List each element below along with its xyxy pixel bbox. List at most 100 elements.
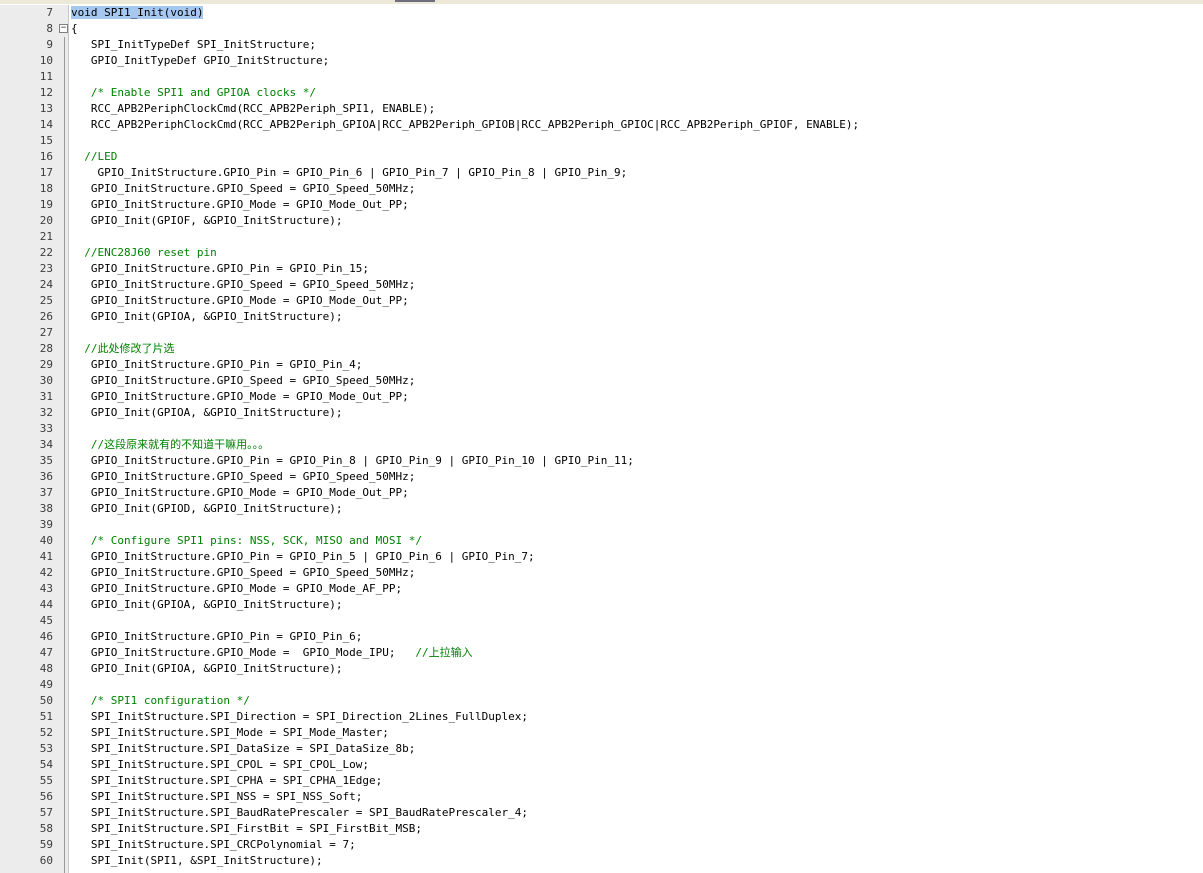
line-number: 11: [39, 70, 53, 83]
code-text: GPIO_InitStructure.GPIO_Mode = GPIO_Mode…: [71, 389, 409, 405]
code-content: RCC_APB2PeriphClockCmd(RCC_APB2Periph_SP…: [71, 102, 436, 115]
line-number: 45: [39, 614, 53, 627]
code-line[interactable]: 37 GPIO_InitStructure.GPIO_Mode = GPIO_M…: [0, 485, 1203, 501]
code-line[interactable]: 54 SPI_InitStructure.SPI_CPOL = SPI_CPOL…: [0, 757, 1203, 773]
code-line[interactable]: 27: [0, 325, 1203, 341]
code-line[interactable]: 11: [0, 69, 1203, 85]
code-line[interactable]: 25 GPIO_InitStructure.GPIO_Mode = GPIO_M…: [0, 293, 1203, 309]
line-number: 25: [39, 294, 53, 307]
code-line[interactable]: 57 SPI_InitStructure.SPI_BaudRatePrescal…: [0, 805, 1203, 821]
code-content: SPI_InitStructure.SPI_Mode = SPI_Mode_Ma…: [71, 726, 389, 739]
code-text: GPIO_InitTypeDef GPIO_InitStructure;: [71, 53, 329, 69]
line-number: 48: [39, 662, 53, 675]
code-line[interactable]: 59 SPI_InitStructure.SPI_CRCPolynomial =…: [0, 837, 1203, 853]
line-number: 44: [39, 598, 53, 611]
line-number: 56: [39, 790, 53, 803]
code-line[interactable]: 40 /* Configure SPI1 pins: NSS, SCK, MIS…: [0, 533, 1203, 549]
code-line[interactable]: 43 GPIO_InitStructure.GPIO_Mode = GPIO_M…: [0, 581, 1203, 597]
code-line[interactable]: 8−{: [0, 21, 1203, 37]
code-text: GPIO_InitStructure.GPIO_Mode = GPIO_Mode…: [71, 485, 409, 501]
code-content: [71, 150, 84, 163]
code-line[interactable]: 53 SPI_InitStructure.SPI_DataSize = SPI_…: [0, 741, 1203, 757]
code-text: SPI_InitTypeDef SPI_InitStructure;: [71, 37, 316, 53]
line-number: 41: [39, 550, 53, 563]
code-line[interactable]: 48 GPIO_Init(GPIOA, &GPIO_InitStructure)…: [0, 661, 1203, 677]
code-line[interactable]: 7 void SPI1_Init(void): [0, 5, 1203, 21]
code-content: GPIO_Init(GPIOA, &GPIO_InitStructure);: [71, 662, 343, 675]
code-text: GPIO_Init(GPIOD, &GPIO_InitStructure);: [71, 501, 343, 517]
code-line[interactable]: 13 RCC_APB2PeriphClockCmd(RCC_APB2Periph…: [0, 101, 1203, 117]
code-text: GPIO_Init(GPIOA, &GPIO_InitStructure);: [71, 597, 343, 613]
code-line[interactable]: 28 //此处修改了片选: [0, 341, 1203, 357]
code-line[interactable]: 26 GPIO_Init(GPIOA, &GPIO_InitStructure)…: [0, 309, 1203, 325]
code-line[interactable]: 42 GPIO_InitStructure.GPIO_Speed = GPIO_…: [0, 565, 1203, 581]
code-line[interactable]: 32 GPIO_Init(GPIOA, &GPIO_InitStructure)…: [0, 405, 1203, 421]
code-line[interactable]: 21: [0, 229, 1203, 245]
line-number: 39: [39, 518, 53, 531]
code-line[interactable]: 30 GPIO_InitStructure.GPIO_Speed = GPIO_…: [0, 373, 1203, 389]
window-top-edge: [0, 0, 1203, 4]
code-content: SPI_InitStructure.SPI_CPOL = SPI_CPOL_Lo…: [71, 758, 370, 771]
code-line[interactable]: 20 GPIO_Init(GPIOF, &GPIO_InitStructure)…: [0, 213, 1203, 229]
code-line[interactable]: 22 //ENC28J60 reset pin: [0, 245, 1203, 261]
code-text: SPI_InitStructure.SPI_CRCPolynomial = 7;: [71, 837, 356, 853]
code-line[interactable]: 9 SPI_InitTypeDef SPI_InitStructure;: [0, 37, 1203, 53]
code-text: {: [71, 21, 78, 37]
code-content: GPIO_InitStructure.GPIO_Mode = GPIO_Mode…: [71, 294, 409, 307]
code-line[interactable]: 35 GPIO_InitStructure.GPIO_Pin = GPIO_Pi…: [0, 453, 1203, 469]
line-number: 22: [39, 246, 53, 259]
code-comment: //此处修改了片选: [84, 342, 175, 355]
code-content: GPIO_Init(GPIOD, &GPIO_InitStructure);: [71, 502, 343, 515]
code-text: GPIO_Init(GPIOA, &GPIO_InitStructure);: [71, 405, 343, 421]
code-text: //此处修改了片选: [71, 341, 175, 357]
code-line[interactable]: 49: [0, 677, 1203, 693]
code-content: GPIO_InitStructure.GPIO_Pin = GPIO_Pin_6…: [71, 630, 363, 643]
code-text: RCC_APB2PeriphClockCmd(RCC_APB2Periph_SP…: [71, 101, 435, 117]
code-line[interactable]: 16 //LED: [0, 149, 1203, 165]
code-line[interactable]: 45: [0, 613, 1203, 629]
code-line[interactable]: 14 RCC_APB2PeriphClockCmd(RCC_APB2Periph…: [0, 117, 1203, 133]
code-line[interactable]: 12 /* Enable SPI1 and GPIOA clocks */: [0, 85, 1203, 101]
code-line[interactable]: 39: [0, 517, 1203, 533]
active-tab-indicator[interactable]: [395, 0, 435, 2]
code-line[interactable]: 33: [0, 421, 1203, 437]
code-text: GPIO_InitStructure.GPIO_Mode = GPIO_Mode…: [71, 645, 473, 661]
line-number: 8: [46, 22, 53, 35]
line-number: 47: [39, 646, 53, 659]
code-line[interactable]: 24 GPIO_InitStructure.GPIO_Speed = GPIO_…: [0, 277, 1203, 293]
code-content: [71, 694, 91, 707]
code-line[interactable]: 47 GPIO_InitStructure.GPIO_Mode = GPIO_M…: [0, 645, 1203, 661]
code-content: {: [71, 22, 78, 35]
code-line[interactable]: 15: [0, 133, 1203, 149]
line-number: 20: [39, 214, 53, 227]
code-line[interactable]: 50 /* SPI1 configuration */: [0, 693, 1203, 709]
code-line[interactable]: 41 GPIO_InitStructure.GPIO_Pin = GPIO_Pi…: [0, 549, 1203, 565]
code-line[interactable]: 19 GPIO_InitStructure.GPIO_Mode = GPIO_M…: [0, 197, 1203, 213]
code-text: //ENC28J60 reset pin: [71, 245, 216, 261]
code-line[interactable]: 60 SPI_Init(SPI1, &SPI_InitStructure);: [0, 853, 1203, 869]
code-line[interactable]: 51 SPI_InitStructure.SPI_Direction = SPI…: [0, 709, 1203, 725]
code-line[interactable]: 31 GPIO_InitStructure.GPIO_Mode = GPIO_M…: [0, 389, 1203, 405]
code-line[interactable]: 44 GPIO_Init(GPIOA, &GPIO_InitStructure)…: [0, 597, 1203, 613]
code-line[interactable]: 17 GPIO_InitStructure.GPIO_Pin = GPIO_Pi…: [0, 165, 1203, 181]
code-line[interactable]: 29 GPIO_InitStructure.GPIO_Pin = GPIO_Pi…: [0, 357, 1203, 373]
code-line[interactable]: 10 GPIO_InitTypeDef GPIO_InitStructure;: [0, 53, 1203, 69]
code-content: SPI_InitStructure.SPI_Direction = SPI_Di…: [71, 710, 528, 723]
fold-collapse-icon[interactable]: −: [59, 24, 68, 33]
code-line[interactable]: 18 GPIO_InitStructure.GPIO_Speed = GPIO_…: [0, 181, 1203, 197]
code-line[interactable]: 52 SPI_InitStructure.SPI_Mode = SPI_Mode…: [0, 725, 1203, 741]
code-line[interactable]: 46 GPIO_InitStructure.GPIO_Pin = GPIO_Pi…: [0, 629, 1203, 645]
code-line[interactable]: 38 GPIO_Init(GPIOD, &GPIO_InitStructure)…: [0, 501, 1203, 517]
code-text: GPIO_InitStructure.GPIO_Speed = GPIO_Spe…: [71, 373, 416, 389]
code-content: GPIO_InitStructure.GPIO_Pin = GPIO_Pin_8…: [71, 454, 634, 467]
code-line[interactable]: 58 SPI_InitStructure.SPI_FirstBit = SPI_…: [0, 821, 1203, 837]
code-line[interactable]: 23 GPIO_InitStructure.GPIO_Pin = GPIO_Pi…: [0, 261, 1203, 277]
code-line[interactable]: 56 SPI_InitStructure.SPI_NSS = SPI_NSS_S…: [0, 789, 1203, 805]
code-editor[interactable]: 7 void SPI1_Init(void) 8−{9 SPI_InitTypeDe…: [0, 5, 1203, 873]
code-line[interactable]: 34 //这段原来就有的不知道干嘛用。。。: [0, 437, 1203, 453]
line-number: 37: [39, 486, 53, 499]
code-text: SPI_InitStructure.SPI_CPHA = SPI_CPHA_1E…: [71, 773, 382, 789]
code-text: SPI_InitStructure.SPI_BaudRatePrescaler …: [71, 805, 528, 821]
code-line[interactable]: 55 SPI_InitStructure.SPI_CPHA = SPI_CPHA…: [0, 773, 1203, 789]
code-line[interactable]: 36 GPIO_InitStructure.GPIO_Speed = GPIO_…: [0, 469, 1203, 485]
